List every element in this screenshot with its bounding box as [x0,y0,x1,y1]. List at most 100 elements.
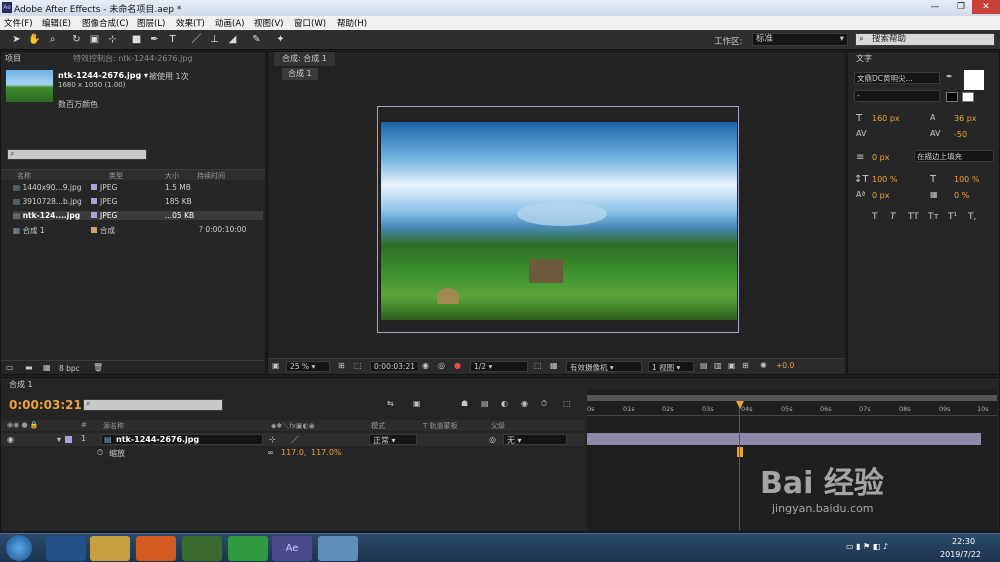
menu-view[interactable]: 视图(V) [254,17,283,29]
comp-mini-flowchart-icon[interactable]: ⇆ [387,399,394,408]
tab-composition[interactable]: 合成: 合成 1 [274,52,335,66]
trash-icon[interactable]: 🗑 [93,363,103,372]
eyedropper-icon[interactable]: ✒ [946,72,953,81]
exposure-value[interactable]: +0.0 [776,361,794,370]
exposure-icon[interactable]: ✺ [760,361,767,370]
font-size-value[interactable]: 160 px [872,114,900,123]
taskbar-media-player-icon[interactable] [46,536,86,561]
work-area-bar[interactable] [587,395,997,401]
tracking-value[interactable]: -50 [954,130,967,139]
always-preview-icon[interactable]: ▣ [272,361,280,370]
label-swatch[interactable] [65,436,72,443]
font-family-select[interactable]: 文鼎DC黄明尖... [854,72,940,84]
col-duration[interactable]: 持续时间 [197,171,225,181]
keyframe-icon[interactable] [737,447,743,457]
taskbar-video-app-icon[interactable] [182,536,222,561]
timeline-timecode[interactable]: 0:00:03:21 [9,398,82,412]
show-snapshot-icon[interactable]: ◎ [438,361,445,370]
list-item[interactable]: ▤ 1440x90...9.jpg JPEG 1.5 MB [13,183,263,192]
clone-stamp-tool-icon[interactable]: ⊥ [208,33,221,46]
layer-bounding-box[interactable] [377,106,739,333]
draft-3d-icon[interactable]: ▣ [413,399,421,408]
graph-editor-icon[interactable]: ◉ [521,399,528,408]
pan-behind-tool-icon[interactable]: ⊹ [106,33,119,46]
tsume-value[interactable]: 0 % [954,191,969,200]
camera-tool-icon[interactable]: ▣ [88,33,101,46]
color-channel-icon[interactable]: ● [454,361,461,370]
tab-timeline-comp[interactable]: 合成 1 [9,378,33,392]
quality-switch-icon[interactable]: ／ [291,434,299,445]
eye-icon[interactable]: ◉ [7,435,14,444]
safe-zones-icon[interactable]: ⊞ [338,361,345,370]
text-tool-icon[interactable]: T [166,33,179,46]
menu-window[interactable]: 窗口(W) [294,17,326,29]
search-help-input[interactable]: ⌕ 搜索帮助 [855,33,995,46]
layer-row[interactable]: ◉ ▾ 1 ▤ ntk-1244-2676.jpg ⊹ ／ 正常 ▾ ◎ 无 ▾ [1,433,585,446]
comp-subtab[interactable]: 合成 1 [282,68,318,80]
stopwatch-icon[interactable]: ⏱ [97,448,103,458]
current-time-indicator[interactable] [739,402,740,530]
minimize-button[interactable]: — [922,0,948,14]
menu-edit[interactable]: 编辑(E) [42,17,71,29]
puppet-tool-icon[interactable]: ✦ [274,33,287,46]
parent-select[interactable]: 无 ▾ [503,434,567,445]
current-time-field[interactable]: 0:00:03:21 [370,361,419,372]
stroke-color-swatch[interactable] [946,92,958,102]
faux-bold-button[interactable]: T [872,212,878,222]
all-caps-button[interactable]: TT [908,212,919,222]
collapse-transform-icon[interactable]: ⊹ [269,435,276,444]
timeline-icon[interactable]: ▣ [728,361,736,370]
project-search-input[interactable]: ⌕ [7,149,147,160]
timeline-search-input[interactable]: ⌕ [83,399,223,411]
resolution-select[interactable]: 1/2 ▾ [470,361,528,372]
vertical-scale-value[interactable]: 100 % [872,175,897,184]
constrain-proportions-icon[interactable]: ∞ [267,448,274,457]
zoom-select[interactable]: 25 % ▾ [286,361,330,372]
zoom-tool-icon[interactable]: ⌕ [46,33,59,46]
col-name[interactable]: 名称 [17,171,31,181]
taskbar-firefox-icon[interactable] [136,536,176,561]
stroke-width-value[interactable]: 0 px [872,153,889,162]
interpret-footage-icon[interactable]: ▭ [6,363,14,372]
close-button[interactable]: ✕ [972,0,1000,14]
col-track-matte[interactable]: T 轨道蒙板 [423,421,458,431]
start-button[interactable] [6,535,32,561]
scale-x-value[interactable]: 117.0, [281,448,306,457]
workspace-select[interactable]: 标准 ▾ [752,33,848,46]
layer-name-field[interactable]: ▤ ntk-1244-2676.jpg [101,434,263,445]
rotate-tool-icon[interactable]: ↻ [70,33,83,46]
roto-brush-tool-icon[interactable]: ✎ [250,33,263,46]
no-color-swatch[interactable] [962,92,974,102]
small-caps-button[interactable]: Tт [928,212,939,222]
comp-flowchart-icon[interactable]: ⊞ [742,361,749,370]
fill-color-swatch[interactable] [964,70,984,90]
taskbar-explorer-icon[interactable] [90,536,130,561]
views-select[interactable]: 1 视图 ▾ [648,361,694,372]
selection-tool-icon[interactable]: ➤ [10,33,23,46]
clock-time[interactable]: 22:30 [952,537,975,546]
stroke-mode-select[interactable]: 在描边上填充 [914,150,994,162]
transparency-grid-icon[interactable]: ▦ [550,361,558,370]
pickwhip-icon[interactable]: ◎ [489,435,496,444]
motion-blur-icon[interactable]: ◐ [501,399,508,408]
clock-date[interactable]: 2019/7/22 [940,550,981,559]
tray-icons[interactable]: ▭ ▮ ⚑ ◧ ♪ [846,542,888,551]
mask-visibility-icon[interactable]: ⬚ [354,361,362,370]
taskbar-browser-icon[interactable] [228,536,268,561]
list-item[interactable]: ▤ 3910728...b.jpg JPEG 185 KB [13,197,263,206]
hand-tool-icon[interactable]: ✋ [28,33,41,46]
font-style-select[interactable]: - [854,90,940,102]
col-type[interactable]: 类型 [109,171,123,181]
new-composition-icon[interactable]: ▦ [43,363,51,372]
time-ruler[interactable]: 0s 01s 02s 03s 04s 05s 06s 07s 08s 09s 1… [587,402,997,416]
menu-effect[interactable]: 效果(T) [176,17,205,29]
list-item[interactable]: ▦ 合成 1 合成? 0:00:10:00 [13,225,263,236]
baseline-shift-value[interactable]: 0 px [872,191,889,200]
pen-tool-icon[interactable]: ✒ [148,33,161,46]
maximize-button[interactable]: ❐ [948,0,974,14]
snapshot-icon[interactable]: ◉ [422,361,429,370]
faux-italic-button[interactable]: T [890,212,896,222]
frame-blending-icon[interactable]: ▤ [481,399,489,408]
new-folder-icon[interactable]: ▬ [25,363,33,372]
rectangle-tool-icon[interactable]: ■ [130,33,143,46]
